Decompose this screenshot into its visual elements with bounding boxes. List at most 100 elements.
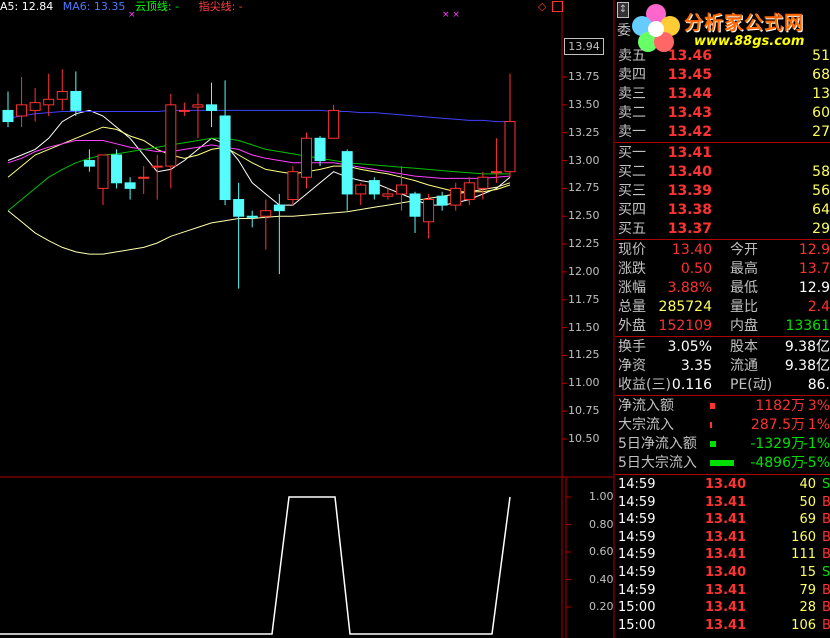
flow-bar — [710, 403, 715, 409]
price-tick-label: 10.75 — [568, 404, 600, 418]
ma-lower-line — [7, 182, 511, 255]
candle-body-down — [314, 137, 326, 162]
fundamental-label: 换手 — [618, 339, 646, 355]
buy-level-label: 买一 — [618, 145, 646, 161]
candle-body-up — [395, 184, 407, 195]
fundamental-stat-row: 净资 3.35 流通 9.38亿 — [615, 357, 830, 376]
panel-separator — [615, 336, 830, 337]
candle-body-up — [504, 121, 516, 173]
candle-body-up — [355, 184, 367, 195]
sell-level-row: 卖五 13.46 51 — [615, 47, 830, 66]
candle-body-up — [151, 165, 163, 168]
tick-trade-row: 14:59 13.40 40 S — [615, 476, 830, 494]
price-tick-label: 12.50 — [568, 209, 600, 223]
tick-trade-row: 14:59 13.41 69 B — [615, 511, 830, 529]
indicator-tick-label: 0.60 — [589, 545, 614, 558]
buy-level-price: 13.38 — [667, 202, 712, 218]
ma-white-line — [7, 109, 511, 206]
price-tick-label: 13.00 — [568, 153, 600, 167]
stat-label: 涨跌 — [618, 261, 646, 277]
tick-volume: 111 — [791, 547, 816, 563]
quote-stat-row: 涨跌 0.50 最高 13.7 — [615, 260, 830, 279]
buy-level-row: 买三 13.39 56 — [615, 182, 830, 201]
sell-level-price: 13.45 — [667, 67, 712, 83]
stat-label: 外盘 — [618, 318, 646, 334]
flow-label: 大宗流入 — [618, 417, 674, 433]
ma-green-line — [7, 137, 510, 212]
price-tick-label: 11.00 — [568, 376, 600, 390]
fundamental-label-2: 流通 — [730, 358, 758, 374]
tick-volume: 50 — [799, 494, 816, 510]
indicator-tick-label: 1.00 — [589, 490, 614, 503]
indicator-tick-label: 0.40 — [589, 572, 614, 586]
candle-body-up — [138, 176, 150, 179]
candle-body-up — [16, 104, 28, 117]
candle-body-down — [246, 215, 258, 218]
diamond-icon[interactable]: ◇ — [538, 0, 546, 13]
tick-volume: 160 — [791, 529, 816, 545]
buy-level-price: 13.37 — [667, 221, 712, 237]
candle-body-down — [70, 90, 82, 111]
tick-price: 13.41 — [705, 600, 747, 616]
stat-value-2: 13361 — [785, 318, 830, 334]
buy-level-label: 买三 — [618, 183, 646, 199]
sell-level-price: 13.46 — [667, 48, 712, 64]
buy-level-label: 买五 — [618, 221, 646, 237]
candle-body-up — [328, 109, 340, 139]
fundamental-value: 3.05% — [667, 339, 712, 355]
buy-level-volume: 64 — [812, 202, 830, 218]
price-tick-label: 11.25 — [568, 348, 600, 362]
candle-body-down — [2, 109, 14, 123]
candle-body-up — [56, 90, 68, 100]
flow-pct: 1% — [807, 417, 830, 433]
tick-trade-row: 14:59 13.41 79 B — [615, 582, 830, 600]
candle-body-up — [382, 193, 394, 197]
candle-body-up — [477, 176, 489, 189]
flow-label: 5日大宗流入 — [618, 455, 697, 471]
capital-flow-row: 5日净流入额 -1329万 -1% — [615, 435, 830, 454]
price-tick-label: 10.50 — [568, 432, 600, 445]
flow-value: -1329万 — [750, 436, 805, 452]
tick-flag: S — [822, 565, 830, 580]
stat-value: 152109 — [658, 318, 712, 334]
buy-level-row: 买五 13.37 29 — [615, 220, 830, 239]
panel-separator — [615, 395, 830, 396]
indicator-tick-label: 0.80 — [589, 517, 614, 531]
candle-body-down — [368, 180, 380, 195]
tick-flag: B — [822, 617, 830, 633]
marker-cross-1: × — [128, 10, 136, 20]
panel-separator — [615, 239, 830, 240]
sell-level-label: 卖二 — [618, 105, 646, 121]
flow-pct: -5% — [802, 455, 830, 471]
sell-level-row: 卖四 13.45 68 — [615, 66, 830, 85]
logo: 分析家公式网 www.88gs.com — [626, 2, 830, 52]
sell-level-label: 卖四 — [618, 67, 646, 83]
candle-body-down — [124, 182, 136, 189]
tick-time: 14:59 — [618, 565, 656, 580]
candle-body-up — [463, 182, 475, 201]
legend-tip-line: 指尖线: - — [198, 0, 243, 13]
tick-time: 15:00 — [618, 600, 656, 616]
stat-label-2: 最低 — [730, 280, 758, 296]
stat-value: 0.50 — [680, 261, 712, 277]
flow-value: 287.5万 — [750, 417, 805, 433]
candle-body-down — [83, 160, 95, 167]
candle-body-up — [192, 104, 204, 108]
tick-price: 13.40 — [705, 565, 747, 580]
flow-pct: 3% — [807, 398, 830, 414]
candle-body-up — [450, 187, 462, 206]
fundamental-stat-row: 收益(三) 0.116 PE(动) 86. — [615, 376, 830, 395]
sell-level-label: 卖一 — [618, 124, 646, 140]
tick-volume: 15 — [799, 565, 816, 580]
tick-time: 14:59 — [618, 529, 656, 545]
sell-level-row: 卖一 13.42 27 — [615, 123, 830, 142]
flow-bar — [710, 441, 716, 447]
legend-ma5: A5: 12.84 — [0, 0, 54, 13]
tick-time: 14:59 — [618, 477, 656, 492]
candle-body-down — [436, 195, 448, 206]
quote-stat-row: 外盘 152109 内盘 13361 — [615, 317, 830, 336]
capital-flow-row: 大宗流入 287.5万 1% — [615, 416, 830, 435]
tick-volume: 79 — [799, 582, 816, 598]
candle-body-up — [29, 102, 41, 111]
window-box-icon[interactable] — [552, 1, 563, 12]
